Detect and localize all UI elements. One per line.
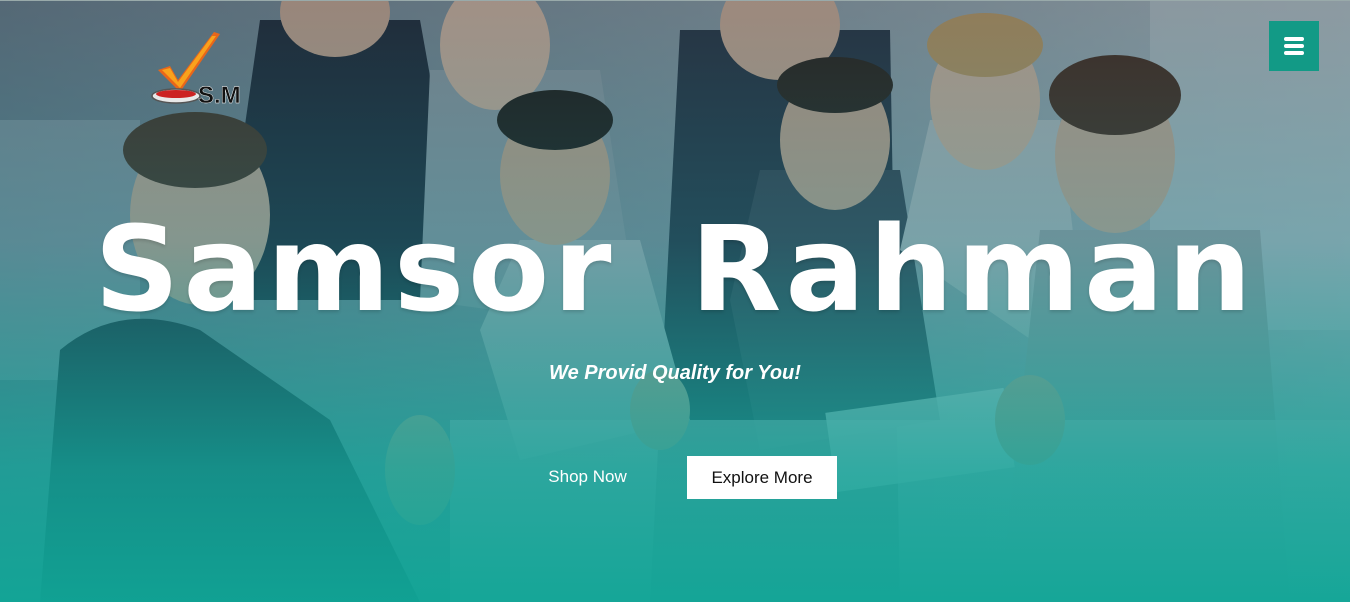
hamburger-menu-icon [1284,37,1304,41]
hero-section: S.M Samsor Rahman We Provid Quality for … [0,0,1350,602]
site-logo[interactable]: S.M [150,28,258,106]
shop-now-button[interactable]: Shop Now [515,456,660,498]
menu-button[interactable] [1269,21,1319,71]
hero-tagline: We Provid Quality for You! [549,362,801,384]
logo-text: S.M [198,82,241,106]
explore-more-button[interactable]: Explore More [687,456,837,499]
hamburger-menu-icon-bar [1284,44,1304,48]
hamburger-menu-icon-bar [1284,51,1304,55]
top-divider [0,0,1350,1]
hero-title: Samsor Rahman [94,200,1256,338]
